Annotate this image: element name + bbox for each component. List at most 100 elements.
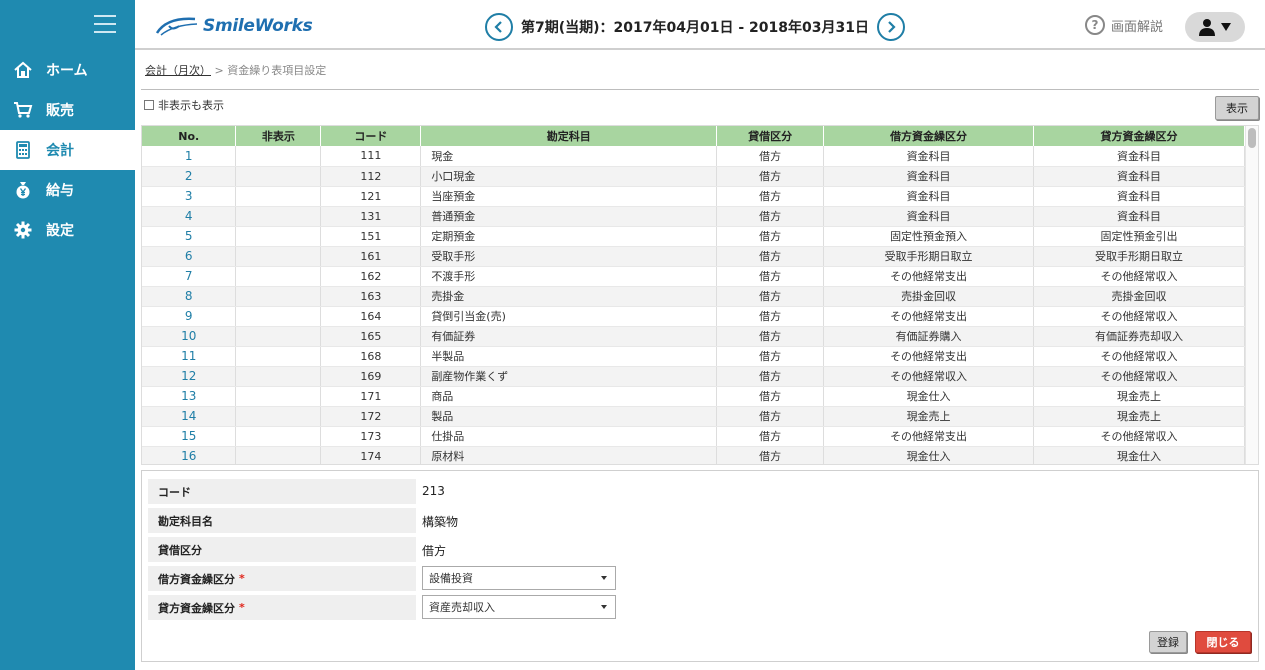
credit-cash-category-cell: その他経常収入 — [1033, 346, 1245, 367]
row-number-link[interactable]: 10 — [142, 326, 237, 347]
code-cell: 165 — [320, 326, 422, 347]
column-header[interactable]: コード — [320, 126, 422, 146]
table-row[interactable]: 7 162 不渡手形 借方 その他経常支出 その他経常収入 — [142, 266, 1245, 287]
credit-cash-category-cell: 現金仕入 — [1033, 446, 1245, 464]
row-number-link[interactable]: 12 — [142, 366, 237, 387]
previous-period-button[interactable] — [485, 13, 513, 41]
row-number-link[interactable]: 1 — [142, 146, 237, 167]
row-number-link[interactable]: 13 — [142, 386, 237, 407]
column-header[interactable]: 貸方資金繰区分 — [1033, 126, 1245, 146]
table-row[interactable]: 8 163 売掛金 借方 売掛金回収 売掛金回収 — [142, 286, 1245, 307]
sidebar-item-settings[interactable]: 設定 — [0, 210, 135, 250]
account-name-cell: 半製品 — [420, 346, 718, 367]
field-label-text: 借方資金繰区分 — [158, 572, 235, 586]
hidden-flag-cell — [235, 446, 322, 464]
calculator-icon — [0, 140, 46, 160]
row-number-link[interactable]: 11 — [142, 346, 237, 367]
table-row[interactable]: 13 171 商品 借方 現金仕入 現金売上 — [142, 386, 1245, 407]
select-value: 資産売却収入 — [429, 601, 495, 614]
show-hidden-toggle: 非表示も表示 — [144, 97, 224, 113]
table-row[interactable]: 11 168 半製品 借方 その他経常支出 その他経常収入 — [142, 346, 1245, 367]
debit-credit-cell: 借方 — [716, 226, 825, 247]
code-label: コード — [148, 479, 416, 504]
table-row[interactable]: 10 165 有価証券 借方 有価証券購入 有価証券売却収入 — [142, 326, 1245, 347]
credit-cash-category-cell: 売掛金回収 — [1033, 286, 1245, 307]
table-row[interactable]: 6 161 受取手形 借方 受取手形期日取立 受取手形期日取立 — [142, 246, 1245, 267]
breadcrumb-parent-link[interactable]: 会計（月次） — [145, 64, 211, 77]
user-menu-button[interactable] — [1185, 12, 1245, 42]
row-number-link[interactable]: 4 — [142, 206, 237, 227]
show-button[interactable]: 表示 — [1215, 96, 1259, 120]
help-button[interactable]: ? 画面解説 — [1085, 15, 1163, 35]
sidebar-item-sales[interactable]: 販売 — [0, 90, 135, 130]
next-period-button[interactable] — [876, 13, 905, 41]
code-cell: 162 — [320, 266, 422, 287]
code-cell: 174 — [320, 446, 422, 464]
debit-credit-cell: 借方 — [716, 186, 825, 207]
account-name-cell: 普通預金 — [420, 206, 718, 227]
code-cell: 169 — [320, 366, 422, 387]
sidebar-item-accounting[interactable]: 会計 — [0, 130, 135, 170]
hamburger-menu-icon[interactable] — [94, 15, 116, 33]
row-number-link[interactable]: 15 — [142, 426, 237, 447]
row-number-link[interactable]: 2 — [142, 166, 237, 187]
table-row[interactable]: 2 112 小口現金 借方 資金科目 資金科目 — [142, 166, 1245, 187]
table-row[interactable]: 4 131 普通預金 借方 資金科目 資金科目 — [142, 206, 1245, 227]
account-table: No. 非表示 コード 勘定科目 貸借区分 借方資金繰区分 貸方資金繰区分 11… — [141, 125, 1259, 465]
debit-cash-category-cell: 資金科目 — [823, 166, 1035, 187]
account-name-cell: 有価証券 — [420, 326, 718, 347]
table-row[interactable]: 3 121 当座預金 借方 資金科目 資金科目 — [142, 186, 1245, 207]
required-mark: * — [239, 572, 245, 585]
credit-cash-category-cell: 有価証券売却収入 — [1033, 326, 1245, 347]
table-scrollbar-thumb[interactable] — [1248, 128, 1256, 148]
row-number-link[interactable]: 6 — [142, 246, 237, 267]
hidden-flag-cell — [235, 366, 322, 387]
register-button[interactable]: 登録 — [1149, 631, 1187, 653]
header: SmileWorks 第7期(当期)：2017年04月01日 - 2018年03… — [135, 0, 1265, 50]
column-header[interactable]: 借方資金繰区分 — [823, 126, 1035, 146]
divider — [141, 89, 1259, 90]
debit-cash-category-cell: 資金科目 — [823, 206, 1035, 227]
table-row[interactable]: 15 173 仕掛品 借方 その他経常支出 その他経常収入 — [142, 426, 1245, 447]
sidebar-item-label: ホーム — [46, 63, 88, 79]
column-header[interactable]: No. — [142, 126, 237, 146]
code-cell: 172 — [320, 406, 422, 427]
credit-cash-category-cell: その他経常収入 — [1033, 306, 1245, 327]
column-header[interactable]: 非表示 — [235, 126, 322, 146]
debit-cash-category-select[interactable]: 設備投資 — [422, 566, 616, 590]
account-name-cell: 商品 — [420, 386, 718, 407]
row-number-link[interactable]: 8 — [142, 286, 237, 307]
credit-cash-category-cell: 受取手形期日取立 — [1033, 246, 1245, 267]
hidden-flag-cell — [235, 206, 322, 227]
table-row[interactable]: 16 174 原材料 借方 現金仕入 現金仕入 — [142, 446, 1245, 464]
sidebar-item-home[interactable]: ホーム — [0, 50, 135, 90]
close-button[interactable]: 閉じる — [1195, 631, 1251, 653]
column-header[interactable]: 勘定科目 — [420, 126, 718, 146]
user-icon — [1199, 19, 1215, 36]
table-row[interactable]: 14 172 製品 借方 現金売上 現金売上 — [142, 406, 1245, 427]
table-scrollbar-track[interactable] — [1245, 126, 1258, 464]
row-number-link[interactable]: 16 — [142, 446, 237, 464]
table-row[interactable]: 12 169 副産物作業くず 借方 その他経常収入 その他経常収入 — [142, 366, 1245, 387]
row-number-link[interactable]: 9 — [142, 306, 237, 327]
account-name-cell: 当座預金 — [420, 186, 718, 207]
credit-cash-category-select[interactable]: 資産売却収入 — [422, 595, 616, 619]
row-number-link[interactable]: 14 — [142, 406, 237, 427]
row-number-link[interactable]: 5 — [142, 226, 237, 247]
debit-credit-cell: 借方 — [716, 306, 825, 327]
hidden-flag-cell — [235, 246, 322, 267]
table-row[interactable]: 1 111 現金 借方 資金科目 資金科目 — [142, 146, 1245, 167]
logo[interactable]: SmileWorks — [155, 12, 313, 40]
row-number-link[interactable]: 3 — [142, 186, 237, 207]
sidebar-item-payroll[interactable]: 給与 — [0, 170, 135, 210]
column-header[interactable]: 貸借区分 — [716, 126, 825, 146]
show-hidden-checkbox[interactable] — [144, 100, 154, 110]
table-row[interactable]: 9 164 貸倒引当金(売) 借方 その他経常支出 その他経常収入 — [142, 306, 1245, 327]
table-row[interactable]: 5 151 定期預金 借方 固定性預金預入 固定性預金引出 — [142, 226, 1245, 247]
code-cell: 111 — [320, 146, 422, 167]
cart-icon — [0, 100, 46, 120]
breadcrumb-current: 資金繰り表項目設定 — [227, 64, 327, 77]
debit-cash-category-cell: その他経常支出 — [823, 346, 1035, 367]
row-number-link[interactable]: 7 — [142, 266, 237, 287]
period-label: 第7期(当期)：2017年04月01日 - 2018年03月31日 — [521, 20, 869, 36]
